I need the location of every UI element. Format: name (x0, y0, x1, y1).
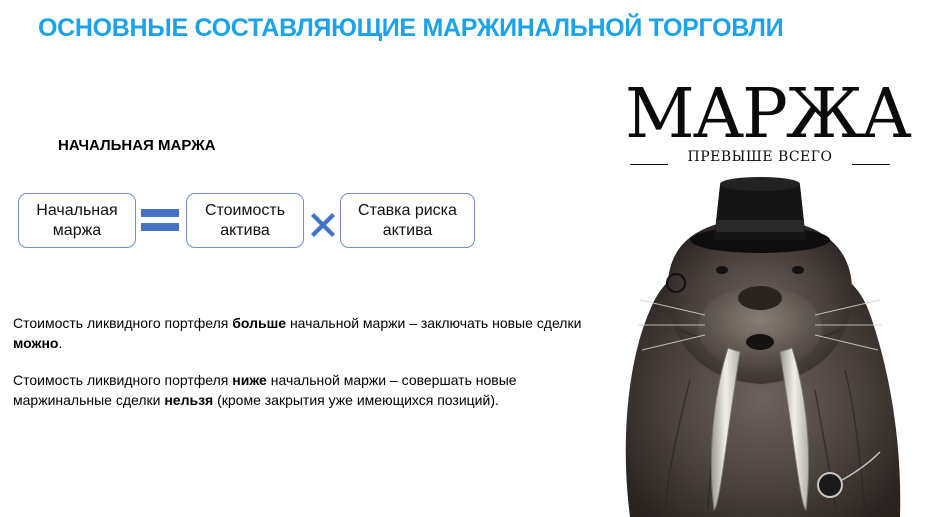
paragraph-text: начальной маржи – заключать новые сделки (286, 315, 582, 331)
section-heading: НАЧАЛЬНАЯ МАРЖА (58, 137, 216, 154)
equals-icon (141, 209, 179, 231)
subtitle-rule-right (852, 164, 890, 165)
paragraph-text: . (58, 335, 63, 351)
paragraph-emphasis: можно (13, 335, 59, 351)
formula-term-label: Начальная маржа (36, 201, 118, 239)
paragraph-emphasis: ниже (232, 372, 267, 388)
formula-term-label: Ставка риска актива (358, 201, 457, 239)
rule-paragraph-can-trade: Стоимость ликвидного портфеля больше нач… (13, 313, 603, 353)
slide-title: ОСНОВНЫЕ СОСТАВЛЯЮЩИЕ МАРЖИНАЛЬНОЙ ТОРГО… (38, 14, 784, 42)
paragraph-emphasis: больше (232, 315, 287, 331)
poster-title: МАРЖА (625, 75, 912, 154)
formula-term-label: Стоимость актива (204, 201, 286, 239)
paragraph-text: Стоимость ликвидного портфеля (13, 315, 233, 331)
paragraph-text: (кроме закрытия уже имеющихся позиций). (213, 392, 499, 408)
paragraph-emphasis: нельзя (164, 392, 214, 408)
formula-term-asset-value: Стоимость актива (186, 193, 304, 248)
poster-subtitle: ПРЕВЫШЕ ВСЕГО (687, 149, 833, 165)
rule-paragraph-cannot-trade: Стоимость ликвидного портфеля ниже начал… (13, 370, 603, 410)
formula-term-initial-margin: Начальная маржа (18, 193, 136, 248)
paragraph-text: Стоимость ликвидного портфеля (13, 372, 233, 388)
formula-term-risk-rate: Ставка риска актива (340, 193, 475, 248)
multiply-icon (311, 213, 335, 237)
